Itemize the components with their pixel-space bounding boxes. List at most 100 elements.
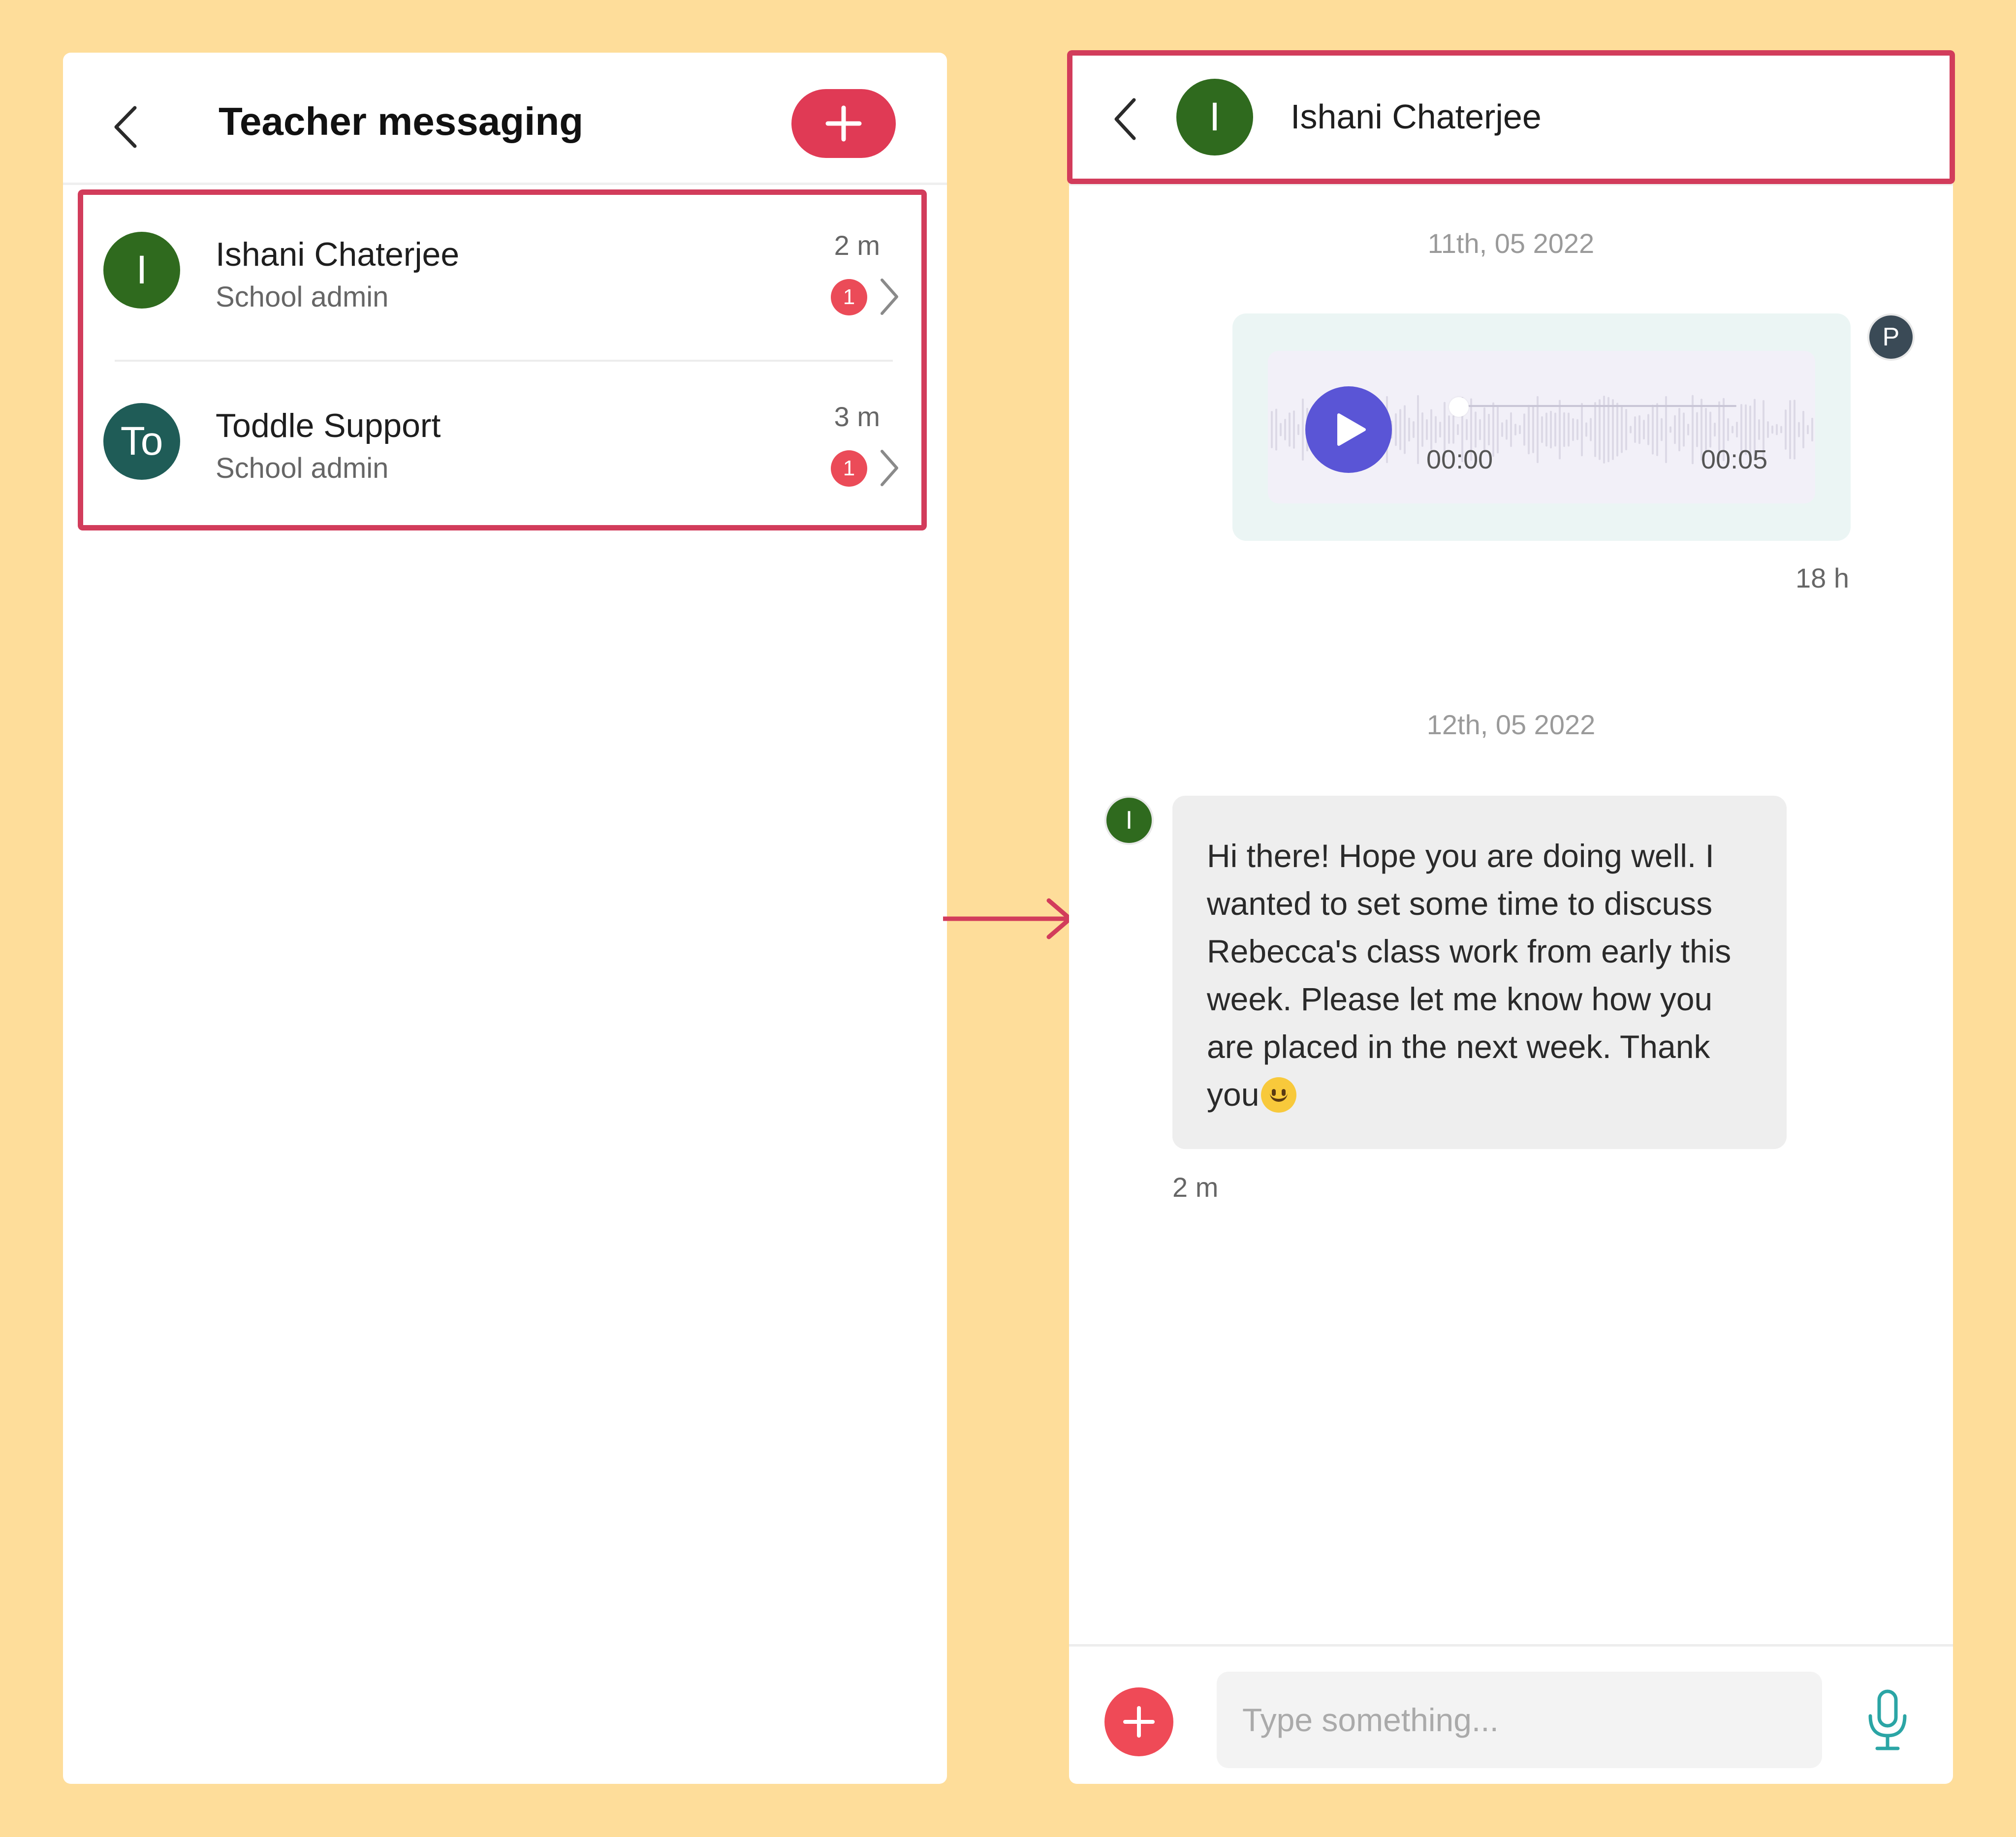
- waveform-bar: [1568, 412, 1570, 447]
- waveform-bar: [1541, 416, 1543, 443]
- waveform-bar: [1789, 400, 1791, 459]
- waveform-bar: [1271, 411, 1273, 448]
- waveform-bar: [1466, 419, 1468, 440]
- waveform-bar: [1652, 405, 1654, 455]
- audio-message-bubble: 00:00 00:05: [1232, 313, 1851, 541]
- waveform-bar: [1581, 403, 1583, 457]
- smiley-emoji-icon: [1261, 1077, 1297, 1113]
- waveform-bar: [1545, 412, 1547, 447]
- page-title: Teacher messaging: [219, 99, 584, 143]
- message-input[interactable]: [1217, 1672, 1822, 1768]
- waveform-bar: [1275, 408, 1277, 451]
- message-timestamp: 2 m: [1172, 1172, 1219, 1203]
- waveform-bar: [1621, 406, 1623, 453]
- waveform-bar: [1550, 410, 1552, 449]
- message-text: Hi there! Hope you are doing well. I wan…: [1207, 838, 1732, 1113]
- waveform-bar: [1408, 417, 1410, 442]
- waveform-bar: [1519, 425, 1521, 435]
- waveform-bar: [1643, 420, 1645, 439]
- audio-current-time: 00:00: [1426, 445, 1493, 474]
- plus-icon: [1123, 1706, 1155, 1738]
- microphone-icon[interactable]: [1865, 1688, 1910, 1755]
- arrow-right-icon: [941, 897, 1076, 943]
- waveform-bar: [1638, 415, 1640, 444]
- waveform-bar: [1771, 425, 1773, 434]
- waveform-bar: [1696, 412, 1698, 447]
- waveform-bar: [1413, 421, 1415, 438]
- waveform-bar: [1506, 419, 1508, 440]
- waveform-bar: [1612, 399, 1614, 460]
- waveform-bar: [1563, 412, 1565, 447]
- waveform-bar: [1709, 411, 1711, 448]
- waveform-bar: [1421, 412, 1423, 447]
- waveform-bar: [1576, 419, 1578, 440]
- waveform-bar: [1280, 423, 1282, 436]
- waveform-bar: [1514, 424, 1516, 436]
- conversation-list-highlight: [78, 189, 927, 530]
- waveform-bar: [1599, 399, 1601, 460]
- attach-button[interactable]: [1104, 1687, 1173, 1756]
- waveform-bar: [1302, 398, 1304, 461]
- chat-header-highlight: [1067, 50, 1955, 184]
- waveform-bar: [1448, 415, 1450, 444]
- waveform-bar: [1732, 426, 1733, 434]
- waveform-bar: [1656, 403, 1658, 456]
- waveform-bar: [1585, 422, 1587, 437]
- waveform-bar: [1776, 424, 1778, 436]
- waveform-bar: [1284, 419, 1286, 440]
- audio-scrubber-handle[interactable]: [1449, 397, 1469, 417]
- waveform-bar: [1647, 414, 1649, 445]
- chat-screen: I Ishani Chaterjee 11th, 05 2022 00:00 0…: [1069, 53, 1953, 1784]
- waveform-bar: [1798, 422, 1800, 437]
- waveform-bar: [1785, 409, 1787, 450]
- play-button[interactable]: [1305, 386, 1392, 473]
- waveform-bar: [1572, 418, 1574, 441]
- waveform-bar: [1794, 400, 1796, 460]
- waveform-bar: [1426, 419, 1428, 440]
- waveform-bar: [1661, 418, 1663, 441]
- waveform-bar: [1670, 426, 1671, 433]
- waveform-bar: [1554, 412, 1556, 447]
- plus-icon: [825, 105, 862, 142]
- waveform-bar: [1479, 419, 1481, 440]
- waveform-bar: [1590, 418, 1592, 441]
- waveform-bar: [1811, 417, 1813, 442]
- waveform-bar: [1767, 421, 1769, 438]
- waveform-bar: [1727, 418, 1729, 441]
- waveform-bar: [1488, 413, 1490, 446]
- waveform-bar: [1501, 422, 1503, 437]
- waveform-bar: [1758, 419, 1760, 440]
- waveform-bar: [1616, 403, 1618, 457]
- waveform-bar: [1683, 412, 1685, 447]
- waveform-bar: [1674, 415, 1676, 444]
- waveform-bar: [1293, 410, 1295, 449]
- waveform-bar: [1687, 424, 1689, 436]
- waveform-bar: [1435, 416, 1437, 443]
- waveform-bar: [1297, 424, 1299, 436]
- date-separator: 12th, 05 2022: [1426, 709, 1596, 740]
- waveform-bar: [1594, 402, 1596, 457]
- new-message-button[interactable]: [791, 89, 896, 158]
- chevron-left-icon[interactable]: [111, 105, 141, 149]
- waveform-bar: [1404, 405, 1406, 454]
- play-icon: [1337, 413, 1366, 446]
- composer-divider: [1069, 1644, 1953, 1647]
- waveform-bar: [1523, 413, 1525, 446]
- text-message-bubble: Hi there! Hope you are doing well. I wan…: [1172, 796, 1787, 1149]
- header-divider: [63, 183, 947, 185]
- waveform-bar: [1634, 416, 1636, 443]
- message-timestamp: 18 h: [1796, 562, 1849, 593]
- waveform-bar: [1559, 400, 1561, 460]
- waveform-bar: [1528, 405, 1530, 455]
- waveform-bar: [1807, 425, 1809, 435]
- waveform-bar: [1439, 422, 1441, 437]
- waveform-bar: [1736, 421, 1738, 438]
- waveform-bar: [1780, 426, 1782, 434]
- waveform-bar: [1510, 412, 1512, 447]
- waveform-bar: [1475, 411, 1477, 448]
- waveform-bar: [1452, 415, 1454, 444]
- sender-avatar: P: [1867, 313, 1915, 361]
- audio-progress-track[interactable]: [1451, 405, 1736, 407]
- waveform-bar: [1395, 413, 1397, 446]
- waveform-bar: [1289, 412, 1291, 447]
